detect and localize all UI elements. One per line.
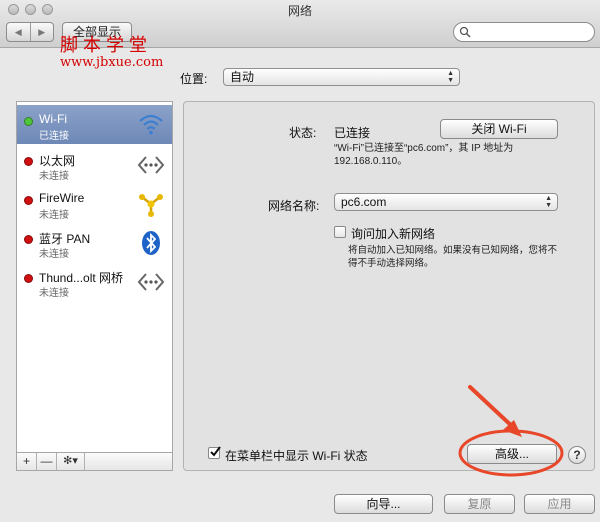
service-list: Wi-Fi 已连接 以太网 未连接 FireWire 未连接 蓝牙 PAN 未连… [16, 101, 173, 453]
network-name-popup[interactable]: pc6.com ▲ ▼ [334, 193, 558, 211]
show-in-menubar-checkbox[interactable] [208, 446, 221, 459]
search-input[interactable] [453, 22, 595, 42]
forward-button[interactable]: ▶ [31, 23, 54, 41]
status-description-line2: 192.168.0.110。 [334, 156, 408, 167]
window-title: 网络 [287, 4, 312, 18]
ask-join-checkbox[interactable] [334, 226, 346, 238]
ask-join-label: 询问加入新网络 [351, 227, 436, 241]
thunderbolt-bridge-icon [137, 273, 165, 291]
revert-button[interactable]: 复原 [444, 494, 515, 514]
service-item-firewire[interactable]: FireWire 未连接 [17, 184, 172, 223]
add-service-button[interactable]: + [17, 453, 37, 470]
watermark: 脚本学堂 www.jbxue.com [60, 36, 163, 70]
status-dot-icon [24, 117, 33, 126]
popup-arrows-icon: ▲ ▼ [545, 195, 552, 209]
ask-join-description-line2: 得不手动选择网络。 [348, 258, 434, 269]
ask-join-description-line1: 将自动加入已知网络。如果没有已知网络，您将不 [348, 245, 558, 256]
service-item-thunderbolt-bridge[interactable]: Thund...olt 网桥 未连接 [17, 262, 172, 301]
status-dot-icon [24, 274, 33, 283]
advanced-button[interactable]: 高级... [467, 444, 557, 464]
service-status: 未连接 [39, 249, 69, 260]
service-status: 未连接 [39, 210, 69, 221]
service-status: 未连接 [39, 171, 69, 182]
status-dot-icon [24, 157, 33, 166]
service-name: Wi-Fi [39, 112, 67, 126]
network-name-label: 网络名称: [268, 199, 320, 213]
search-icon [459, 26, 471, 38]
detail-panel: 状态: 已连接 关闭 Wi-Fi “Wi-Fi”已连接至“pc6.com”，其 … [183, 101, 595, 471]
turn-off-wifi-button[interactable]: 关闭 Wi-Fi [440, 119, 558, 139]
location-popup[interactable]: 自动 ▲ ▼ [223, 68, 460, 86]
service-name: FireWire [39, 191, 85, 205]
service-status: 已连接 [39, 131, 69, 142]
ethernet-icon [137, 156, 165, 174]
sidebar-footer: + — ✻▾ [16, 453, 173, 471]
checkmark-icon [210, 446, 221, 457]
nav-buttons: ◀ ▶ [6, 22, 54, 42]
bluetooth-icon [142, 231, 160, 255]
watermark-title: 脚本学堂 [60, 35, 152, 56]
service-item-wifi[interactable]: Wi-Fi 已连接 [17, 105, 172, 144]
status-label: 状态: [289, 126, 317, 140]
status-description: “Wi-Fi”已连接至“pc6.com”，其 IP 地址为 192.168.0.… [334, 142, 513, 168]
firewire-icon [139, 194, 163, 217]
status-value: 已连接 [334, 126, 371, 140]
status-description-line1: “Wi-Fi”已连接至“pc6.com”，其 IP 地址为 [334, 143, 514, 154]
ask-join-description: 将自动加入已知网络。如果没有已知网络，您将不 得不手动选择网络。 [348, 244, 557, 270]
status-dot-icon [24, 196, 33, 205]
service-item-ethernet[interactable]: 以太网 未连接 [17, 145, 172, 184]
help-button[interactable]: ? [568, 446, 586, 464]
assist-button[interactable]: 向导... [334, 494, 433, 514]
status-dot-icon [24, 235, 33, 244]
service-item-bluetooth-pan[interactable]: 蓝牙 PAN 未连接 [17, 223, 172, 262]
popup-arrows-icon: ▲ ▼ [447, 70, 454, 84]
show-in-menubar-label: 在菜单栏中显示 Wi-Fi 状态 [225, 449, 368, 463]
location-value: 自动 [230, 70, 255, 84]
apply-button[interactable]: 应用 [524, 494, 595, 514]
remove-service-button[interactable]: — [37, 453, 57, 470]
location-label: 位置: [180, 72, 208, 86]
watermark-url: www.jbxue.com [60, 55, 164, 70]
gear-menu-button[interactable]: ✻▾ [57, 453, 85, 470]
network-name-value: pc6.com [341, 195, 387, 209]
wifi-icon [139, 114, 163, 135]
service-status: 未连接 [39, 288, 69, 299]
back-button[interactable]: ◀ [7, 23, 31, 41]
